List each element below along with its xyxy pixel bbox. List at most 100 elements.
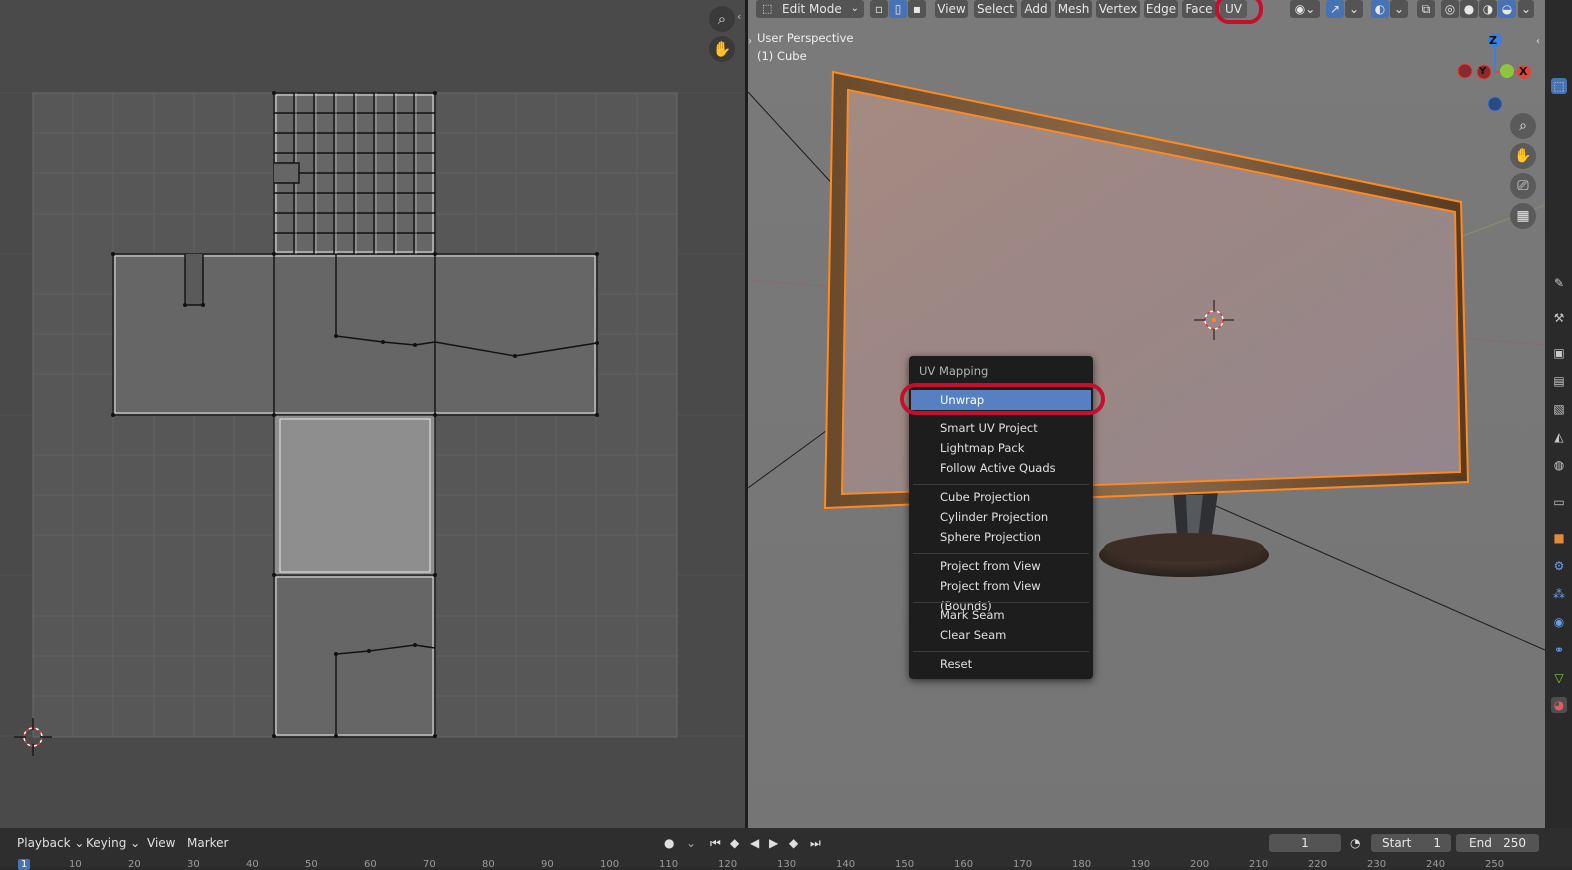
overlay-dropdown-icon[interactable]: ⌄ bbox=[1390, 0, 1408, 18]
keying-dropdown-icon[interactable]: ⌄ bbox=[686, 835, 696, 851]
zoom-icon[interactable]: ⌕ bbox=[1510, 113, 1536, 139]
uv-collapse-chevron-icon[interactable]: ‹ bbox=[737, 10, 741, 23]
scene-properties-icon[interactable]: ◭ bbox=[1551, 429, 1567, 445]
shading-dropdown-icon[interactable]: ⌄ bbox=[1518, 0, 1534, 18]
physics-properties-icon[interactable]: ◉ bbox=[1551, 614, 1567, 630]
tool-tab-icon[interactable]: ⬚ bbox=[1551, 78, 1567, 94]
data-properties-icon[interactable]: ▽ bbox=[1551, 670, 1567, 686]
menu-item-project-from-view[interactable]: Project from View bbox=[911, 556, 1091, 576]
material-properties-icon[interactable]: ◕ bbox=[1551, 697, 1567, 713]
face-select-icon[interactable]: ▪ bbox=[908, 0, 926, 18]
prev-keyframe-icon[interactable]: ◆ bbox=[730, 835, 739, 851]
menu-add[interactable]: Add bbox=[1021, 0, 1051, 18]
menu-item-cylinder-projection[interactable]: Cylinder Projection bbox=[911, 507, 1091, 527]
menu-uv[interactable]: UV bbox=[1220, 0, 1247, 18]
timeline-menu-marker[interactable]: Marker bbox=[187, 835, 228, 851]
wireframe-shading-icon[interactable]: ◎ bbox=[1441, 0, 1459, 18]
menu-item-follow-active-quads[interactable]: Follow Active Quads bbox=[911, 458, 1091, 478]
visibility-icon[interactable]: ◉⌄ bbox=[1290, 0, 1320, 18]
menu-item-unwrap[interactable]: Unwrap bbox=[911, 390, 1091, 410]
mode-selector[interactable]: ⬚ Edit Mode ⌄ bbox=[756, 0, 864, 18]
ruler-tick-label: 140 bbox=[836, 859, 856, 870]
rendered-shading-icon[interactable]: ◒ bbox=[1498, 0, 1516, 18]
menu-item-lightmap-pack[interactable]: Lightmap Pack bbox=[911, 438, 1091, 458]
viewport-canvas[interactable] bbox=[748, 0, 1545, 828]
ruler-tick-label: 90 bbox=[541, 859, 554, 870]
timeline-menu-view[interactable]: View bbox=[147, 835, 175, 851]
jump-start-icon[interactable]: ⏮ bbox=[710, 835, 721, 851]
menu-edge[interactable]: Edge bbox=[1144, 0, 1178, 18]
xray-icon[interactable]: ⧉ bbox=[1417, 0, 1435, 18]
ruler-tick-label: 50 bbox=[305, 859, 318, 870]
timeline: Playback ⌄ Keying ⌄ View Marker ● ⌄ ⏮ ◆ … bbox=[0, 828, 1572, 870]
wrench-settings-icon[interactable]: ⚒ bbox=[1551, 310, 1567, 326]
timeline-menu-keying[interactable]: Keying ⌄ bbox=[86, 835, 140, 851]
perspective-label: User Perspective bbox=[757, 31, 854, 45]
menu-separator bbox=[913, 651, 1089, 652]
end-value: 250 bbox=[1503, 836, 1526, 850]
material-shading-icon[interactable]: ◑ bbox=[1479, 0, 1497, 18]
play-icon[interactable]: ▶ bbox=[769, 835, 778, 851]
menu-item-sphere-projection[interactable]: Sphere Projection bbox=[911, 527, 1091, 547]
end-frame-field[interactable]: End 250 bbox=[1456, 834, 1539, 852]
gizmo-dropdown-icon[interactable]: ⌄ bbox=[1345, 0, 1363, 18]
ruler-tick-label: 70 bbox=[423, 859, 436, 870]
playback-label: Playback bbox=[17, 836, 71, 850]
menu-item-project-from-view-bounds[interactable]: Project from View (Bounds) bbox=[911, 576, 1091, 613]
gizmo-toggle-icon[interactable]: ↗ bbox=[1326, 0, 1344, 18]
camera-icon[interactable]: ⎚ bbox=[1510, 173, 1536, 199]
play-reverse-icon[interactable]: ◀ bbox=[750, 835, 759, 851]
menu-item-mark-seam[interactable]: Mark Seam bbox=[911, 605, 1091, 625]
menu-item-clear-seam[interactable]: Clear Seam bbox=[911, 625, 1091, 645]
uv-editor[interactable]: ⌕ ‹ ✋ bbox=[0, 0, 745, 828]
uv-canvas[interactable] bbox=[0, 0, 745, 828]
ruler-tick-label: 190 bbox=[1131, 859, 1151, 870]
menu-item-smart-uv-project[interactable]: Smart UV Project bbox=[911, 418, 1091, 438]
gizmo-z-label: Z bbox=[1489, 34, 1497, 47]
solid-shading-icon[interactable]: ● bbox=[1460, 0, 1478, 18]
toolbar-expand-icon[interactable]: › bbox=[748, 36, 752, 47]
menu-select[interactable]: Select bbox=[974, 0, 1017, 18]
menu-view[interactable]: View bbox=[935, 0, 968, 18]
next-keyframe-icon[interactable]: ◆ bbox=[789, 835, 798, 851]
ruler-tick-label: 180 bbox=[1072, 859, 1092, 870]
uv-island-selected bbox=[273, 414, 436, 577]
collection-properties-icon[interactable]: ▭ bbox=[1551, 494, 1567, 510]
ruler-tick-label: 170 bbox=[1013, 859, 1033, 870]
output-properties-icon[interactable]: ▤ bbox=[1551, 373, 1567, 389]
ruler-tick-label: 10 bbox=[69, 859, 82, 870]
jump-end-icon[interactable]: ⏭ bbox=[810, 835, 821, 851]
current-frame-field[interactable]: 1 bbox=[1269, 834, 1341, 852]
tool-properties-icon[interactable]: ✎ bbox=[1551, 275, 1567, 291]
start-frame-field[interactable]: Start 1 bbox=[1371, 834, 1451, 852]
object-properties-icon[interactable]: ■ bbox=[1551, 530, 1567, 546]
menu-vertex[interactable]: Vertex bbox=[1096, 0, 1140, 18]
menu-mesh[interactable]: Mesh bbox=[1055, 0, 1092, 18]
menu-item-cube-projection[interactable]: Cube Projection bbox=[911, 487, 1091, 507]
timeline-menu-playback[interactable]: Playback ⌄ bbox=[17, 835, 84, 851]
render-properties-icon[interactable]: ▣ bbox=[1551, 345, 1567, 361]
world-properties-icon[interactable]: ◍ bbox=[1551, 457, 1567, 473]
sidebar-expand-icon[interactable]: ‹ bbox=[1536, 36, 1540, 47]
uv-hand-icon[interactable]: ✋ bbox=[709, 36, 735, 62]
menu-item-reset[interactable]: Reset bbox=[911, 654, 1091, 674]
menu-separator bbox=[913, 484, 1089, 485]
modifier-properties-icon[interactable]: ⚙ bbox=[1551, 558, 1567, 574]
menu-face[interactable]: Face bbox=[1182, 0, 1216, 18]
3d-viewport[interactable]: Z Y X ⬚ Edit Mode ⌄ ▫ ▯ ▪ View Select Ad… bbox=[748, 0, 1545, 828]
record-icon[interactable]: ● bbox=[664, 835, 674, 851]
grid-icon[interactable]: ▦ bbox=[1510, 203, 1536, 229]
ruler-tick-label: 210 bbox=[1249, 859, 1269, 870]
uv-mapping-menu: UV Mapping Unwrap Smart UV Project Light… bbox=[909, 356, 1093, 679]
stopwatch-icon[interactable]: ◔ bbox=[1350, 835, 1360, 851]
edge-select-icon[interactable]: ▯ bbox=[889, 0, 907, 18]
uv-zoom-icon[interactable]: ⌕ bbox=[709, 6, 735, 32]
overlay-toggle-icon[interactable]: ◐ bbox=[1371, 0, 1389, 18]
view-layer-icon[interactable]: ▧ bbox=[1551, 401, 1567, 417]
properties-tab-strip: ⬚ ✎ ⚒ ▣ ▤ ▧ ◭ ◍ ▭ ■ ⚙ ⁂ ◉ ⚭ ▽ ◕ bbox=[1545, 0, 1572, 828]
hand-icon[interactable]: ✋ bbox=[1510, 143, 1536, 169]
vertex-select-icon[interactable]: ▫ bbox=[870, 0, 888, 18]
constraints-properties-icon[interactable]: ⚭ bbox=[1551, 642, 1567, 658]
ruler-tick-label: 30 bbox=[187, 859, 200, 870]
particles-properties-icon[interactable]: ⁂ bbox=[1551, 586, 1567, 602]
